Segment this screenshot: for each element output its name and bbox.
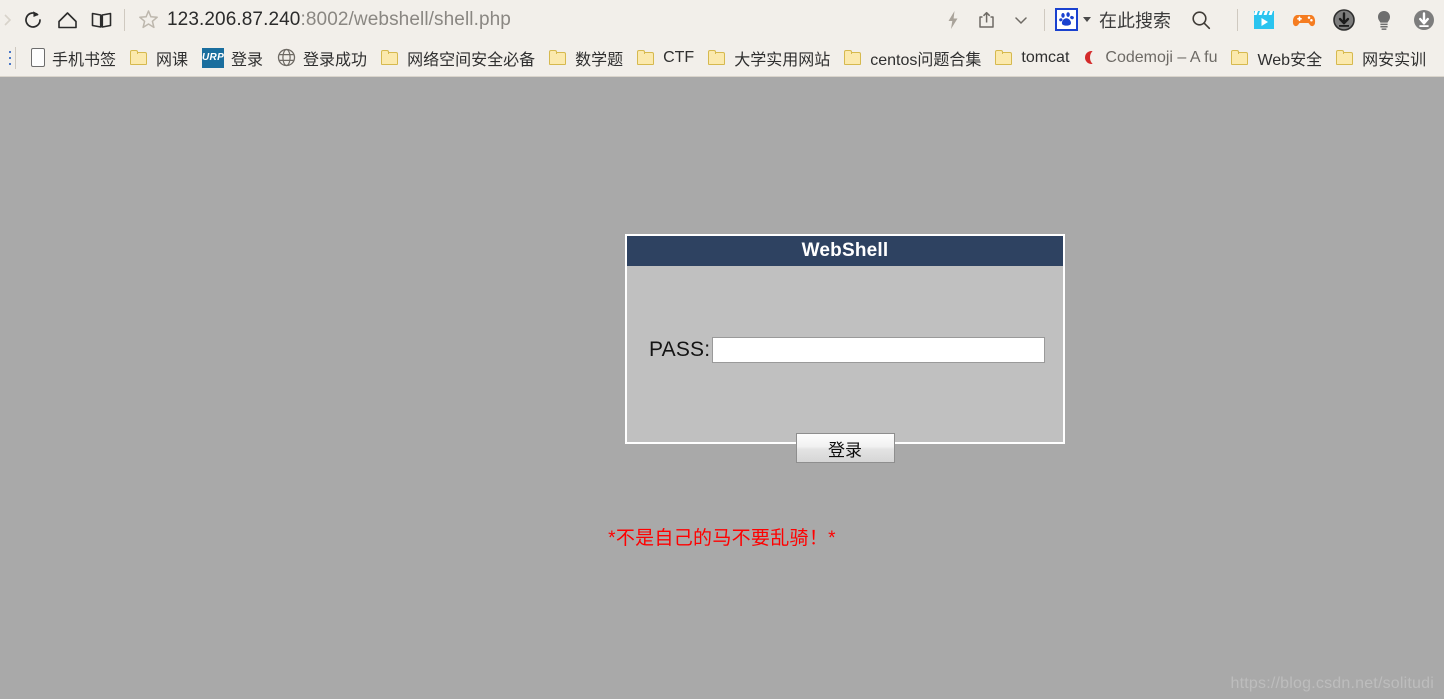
bookmark-item-7[interactable]: 大学实用网站 bbox=[701, 39, 837, 76]
password-row: PASS: bbox=[649, 337, 1046, 363]
page-title: WebShell bbox=[801, 240, 889, 261]
url-path: :8002/webshell/shell.php bbox=[300, 8, 511, 30]
video-clapperboard-icon[interactable] bbox=[1244, 0, 1284, 39]
password-input[interactable] bbox=[712, 337, 1046, 363]
bookmark-label: 网络空间安全必备 bbox=[407, 51, 536, 69]
home-icon[interactable] bbox=[50, 3, 84, 37]
folder-icon bbox=[637, 49, 656, 66]
panel-body: PASS: 登录 bbox=[627, 266, 1063, 463]
bookmark-overflow-partial[interactable] bbox=[0, 48, 13, 68]
browser-search-box[interactable]: 在此搜索 bbox=[1051, 0, 1171, 39]
toolbar-divider-3 bbox=[1237, 8, 1238, 31]
browser-navigation-toolbar: 123.206.87.240:8002/webshell/shell.php 在… bbox=[0, 0, 1444, 39]
search-icon[interactable] bbox=[1171, 3, 1231, 37]
bookmark-label: CTF bbox=[663, 48, 695, 66]
bookmark-label: 网安实训 bbox=[1362, 51, 1427, 69]
page-viewport: WebShell PASS: 登录 *不是自己的马不要乱骑！* https://… bbox=[0, 77, 1444, 699]
phone-icon bbox=[31, 48, 45, 67]
bookmark-label: 数学题 bbox=[575, 51, 624, 69]
bookmark-item-4[interactable]: 网络空间安全必备 bbox=[374, 39, 542, 76]
bookmark-item-8[interactable]: centos问题合集 bbox=[837, 39, 988, 76]
bookmark-label: 登录 bbox=[231, 51, 264, 69]
submit-row: 登录 bbox=[627, 433, 1063, 463]
folder-icon bbox=[995, 49, 1014, 66]
folder-icon bbox=[130, 49, 149, 66]
url-host: 123.206.87.240 bbox=[167, 8, 301, 30]
search-engine-chevron-icon[interactable] bbox=[1083, 17, 1091, 22]
bookmark-item-11[interactable]: Web安全 bbox=[1224, 39, 1329, 76]
lightning-icon[interactable] bbox=[936, 3, 970, 37]
webshell-login-panel: WebShell PASS: 登录 bbox=[625, 234, 1065, 463]
bookmark-item-0[interactable]: 手机书签 bbox=[24, 39, 123, 76]
bookmark-label: Web安全 bbox=[1257, 51, 1323, 69]
password-label: PASS: bbox=[649, 338, 711, 361]
bookmark-label: 登录成功 bbox=[303, 51, 368, 69]
search-input[interactable]: 在此搜索 bbox=[1099, 7, 1171, 33]
toolbar-divider bbox=[124, 8, 125, 31]
game-controller-icon[interactable] bbox=[1284, 0, 1324, 39]
warning-message: *不是自己的马不要乱骑！* bbox=[608, 528, 836, 549]
browser-chrome: 123.206.87.240:8002/webshell/shell.php 在… bbox=[0, 0, 1444, 77]
star-icon[interactable] bbox=[131, 3, 165, 37]
bookmark-label: centos问题合集 bbox=[870, 51, 982, 69]
baidu-paw-icon[interactable] bbox=[1055, 8, 1078, 31]
bookmark-item-5[interactable]: 数学题 bbox=[542, 39, 630, 76]
address-bar[interactable]: 123.206.87.240:8002/webshell/shell.php bbox=[165, 0, 936, 39]
folder-icon bbox=[381, 49, 400, 66]
toolbar-divider-2 bbox=[1044, 8, 1045, 31]
share-icon[interactable] bbox=[970, 3, 1004, 37]
forward-arrow-icon[interactable] bbox=[0, 3, 16, 37]
folder-icon bbox=[844, 49, 863, 66]
download-arrow-icon[interactable] bbox=[1404, 0, 1444, 39]
folder-icon bbox=[549, 49, 568, 66]
download-circle-icon[interactable] bbox=[1324, 0, 1364, 39]
bookmark-label: 网课 bbox=[156, 51, 189, 69]
urp-icon: URP bbox=[202, 47, 225, 68]
book-icon[interactable] bbox=[84, 3, 118, 37]
bookmark-item-2[interactable]: URP 登录 bbox=[195, 39, 270, 76]
bookmark-item-12[interactable]: 网安实训 bbox=[1329, 39, 1433, 76]
chevron-down-icon[interactable] bbox=[1004, 3, 1038, 37]
folder-icon bbox=[1231, 49, 1250, 66]
folder-icon bbox=[1336, 49, 1355, 66]
bookmarks-bar: 手机书签 网课 URP 登录 登录成功 网络空间安全必备 数学题 CTF 大学实… bbox=[0, 39, 1444, 77]
folder-icon bbox=[708, 49, 727, 66]
login-button[interactable]: 登录 bbox=[795, 433, 895, 463]
url-text: 123.206.87.240:8002/webshell/shell.php bbox=[165, 9, 511, 31]
bookmark-label: 手机书签 bbox=[52, 51, 117, 69]
bookmark-label: tomcat bbox=[1021, 48, 1070, 66]
globe-icon bbox=[277, 48, 296, 67]
moon-icon bbox=[1085, 50, 1102, 65]
reload-icon[interactable] bbox=[16, 3, 50, 37]
bookmark-label: Codemoji – A fu bbox=[1105, 48, 1218, 66]
bookmark-label: 大学实用网站 bbox=[734, 51, 831, 69]
bookmark-item-3[interactable]: 登录成功 bbox=[270, 39, 374, 76]
lightbulb-icon[interactable] bbox=[1364, 0, 1404, 39]
watermark-text: https://blog.csdn.net/solitudi bbox=[1230, 675, 1434, 692]
bookmarks-divider bbox=[15, 46, 16, 69]
panel-header: WebShell bbox=[627, 236, 1063, 266]
bookmark-item-10[interactable]: Codemoji – A fu bbox=[1076, 39, 1224, 76]
bookmark-item-1[interactable]: 网课 bbox=[123, 39, 195, 76]
bookmark-item-9[interactable]: tomcat bbox=[988, 39, 1076, 76]
bookmark-item-6[interactable]: CTF bbox=[630, 39, 701, 76]
